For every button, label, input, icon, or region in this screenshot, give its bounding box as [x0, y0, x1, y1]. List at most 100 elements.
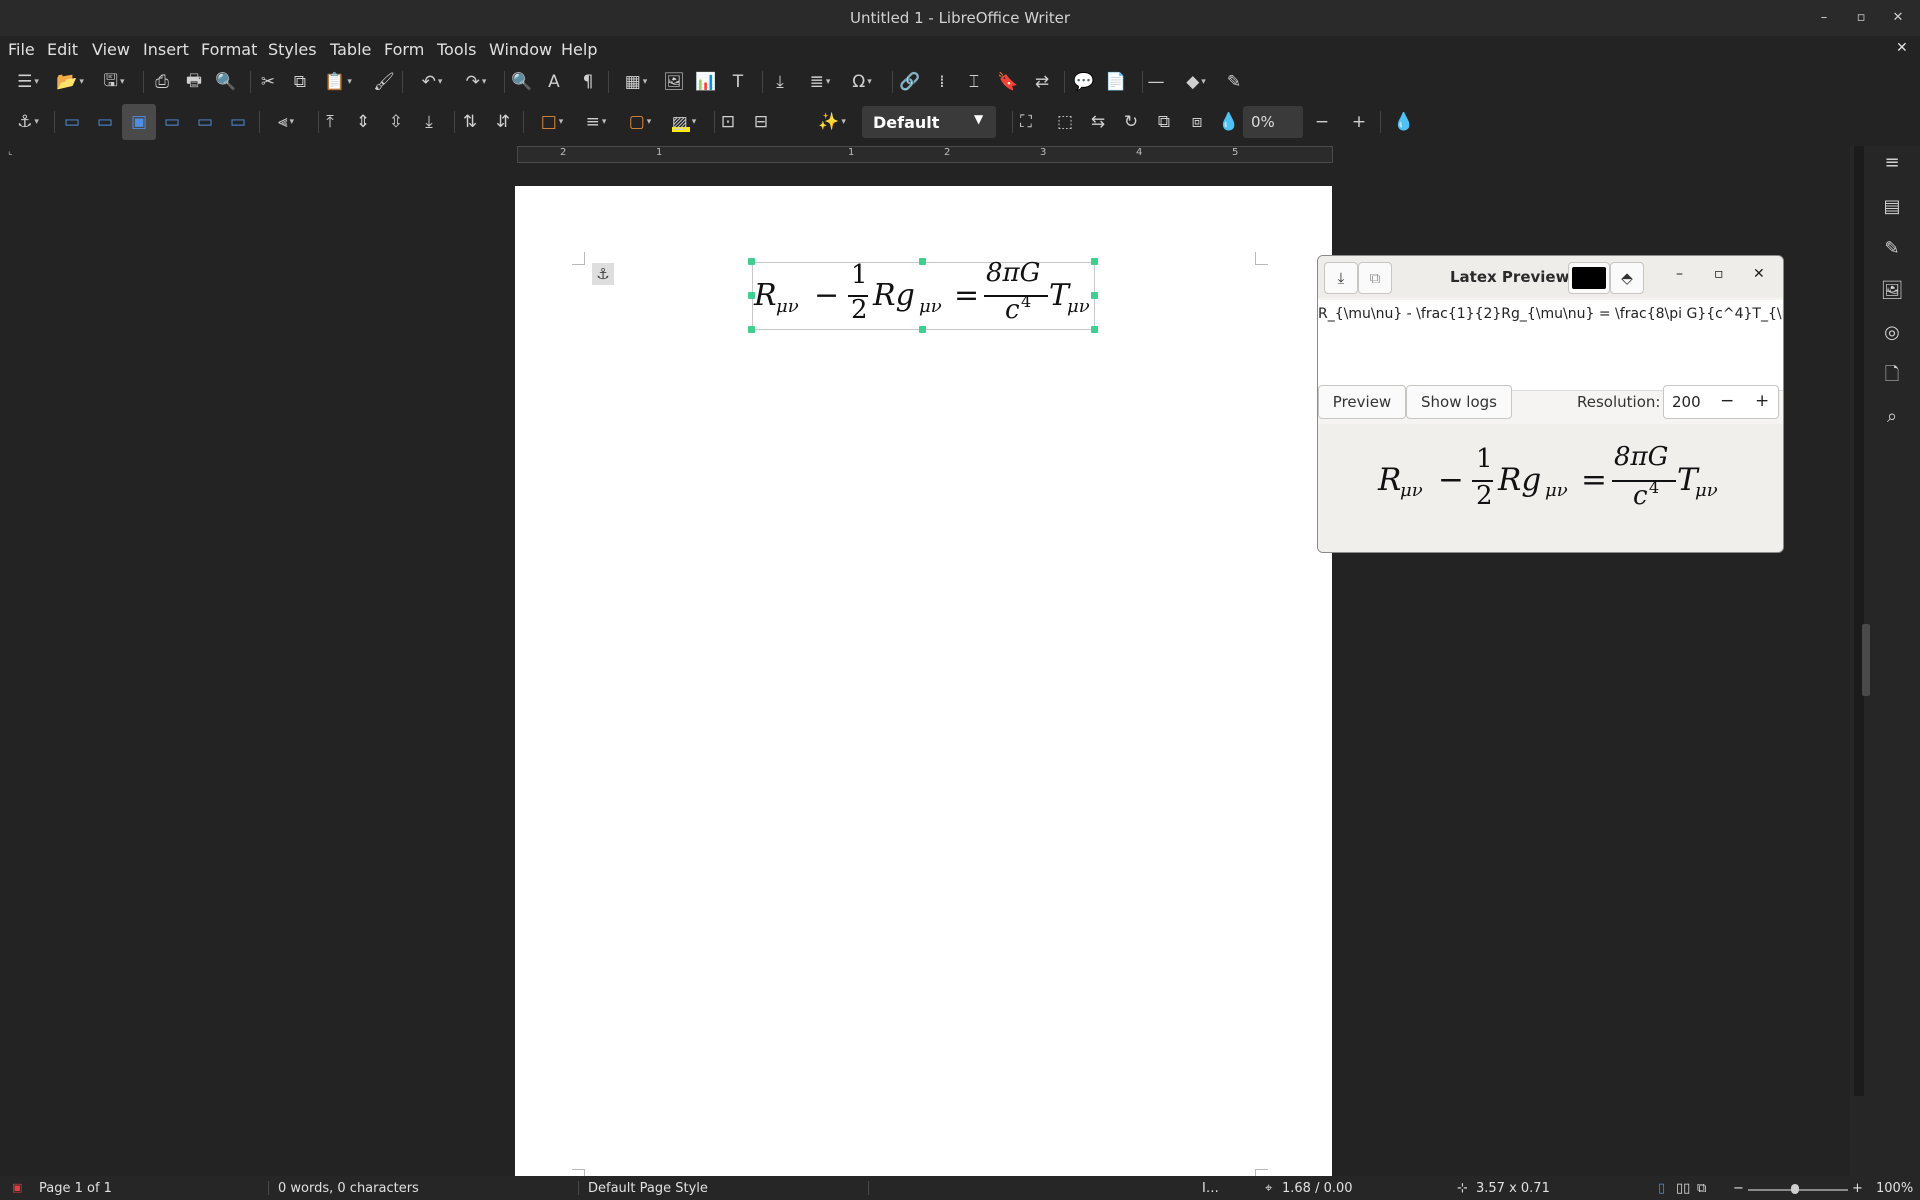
arrange-icon[interactable]: ⧉: [1152, 106, 1176, 138]
menu-format[interactable]: Format: [201, 40, 257, 59]
undo-icon[interactable]: ↶ ▾: [412, 66, 452, 98]
rotate-icon[interactable]: ↻: [1119, 106, 1143, 138]
resize-handle[interactable]: [748, 326, 755, 333]
fontwork-icon[interactable]: ✨ ▾: [812, 106, 852, 138]
horizontal-ruler[interactable]: 2 1 1 2 3 4 5: [517, 146, 1333, 163]
wrap-around-icon[interactable]: ⬚: [1053, 106, 1077, 138]
menu-styles[interactable]: Styles: [268, 40, 317, 59]
optimal-wrap-icon[interactable]: ▣: [122, 104, 156, 140]
flip-icon[interactable]: ⇆: [1086, 106, 1110, 138]
page-style[interactable]: Default Page Style: [588, 1181, 708, 1196]
increase-transparency-button[interactable]: +: [1347, 106, 1371, 138]
endnote-icon[interactable]: ⌶: [962, 66, 986, 98]
image-filter-icon[interactable]: 💧: [1392, 106, 1416, 138]
draw-functions-icon[interactable]: ✎: [1222, 66, 1246, 98]
navigator-icon[interactable]: ◎: [1880, 321, 1904, 345]
book-view-icon[interactable]: ⧉: [1697, 1181, 1706, 1196]
maximize-icon[interactable]: ▫: [1850, 7, 1872, 29]
align-top-icon[interactable]: ⤒: [318, 106, 342, 138]
wrap-right-icon[interactable]: ▭: [193, 106, 217, 138]
resolution-decrease-button[interactable]: −: [1720, 391, 1734, 411]
sidebar-menu-icon[interactable]: ≡: [1880, 151, 1904, 175]
styles-icon[interactable]: ✎: [1880, 237, 1904, 261]
bring-forward-icon[interactable]: ⇅: [458, 106, 482, 138]
transparency-field[interactable]: 0%: [1243, 106, 1303, 138]
menu-table[interactable]: Table: [330, 40, 371, 59]
menu-insert[interactable]: Insert: [143, 40, 189, 59]
page-icon[interactable]: 🗋: [1880, 363, 1904, 387]
link-frames-icon[interactable]: ⊡: [716, 106, 740, 138]
redo-icon[interactable]: ↷ ▾: [456, 66, 496, 98]
cross-reference-icon[interactable]: ⇄: [1030, 66, 1054, 98]
show-logs-button[interactable]: Show logs: [1406, 385, 1512, 419]
zoom-in-button[interactable]: +: [1852, 1181, 1863, 1196]
download-icon[interactable]: ⤓: [1324, 262, 1358, 294]
spelling-icon[interactable]: A: [542, 66, 566, 98]
insert-image-icon[interactable]: 🖼: [662, 66, 686, 98]
align-bottom-icon[interactable]: ⤓: [417, 106, 441, 138]
clone-formatting-icon[interactable]: 🖌: [372, 66, 396, 98]
resolution-spinbox[interactable]: 200 − +: [1663, 385, 1779, 419]
multi-page-view-icon[interactable]: ▯▯: [1676, 1181, 1690, 1196]
menu-edit[interactable]: Edit: [47, 40, 78, 59]
anchor-icon[interactable]: ⚓ ▾: [8, 106, 48, 138]
resolution-increase-button[interactable]: +: [1755, 391, 1769, 411]
bookmark-icon[interactable]: 🔖: [996, 66, 1020, 98]
special-character-icon[interactable]: Ω ▾: [842, 66, 882, 98]
resize-handle[interactable]: [919, 258, 926, 265]
menu-tools[interactable]: Tools: [437, 40, 476, 59]
frame-properties-icon[interactable]: ⛶: [1014, 106, 1038, 138]
unlink-frames-icon[interactable]: ⊟: [749, 106, 773, 138]
resize-handle[interactable]: [1091, 258, 1098, 265]
formatting-marks-icon[interactable]: ¶: [576, 66, 600, 98]
insert-field-icon[interactable]: ≣ ▾: [800, 66, 840, 98]
dialog-minimize-icon[interactable]: –: [1676, 266, 1683, 282]
sidebar-collapse-handle[interactable]: [1862, 624, 1870, 696]
print-preview-icon[interactable]: 🔍: [214, 66, 238, 98]
insert-table-icon[interactable]: ▦ ▾: [616, 66, 656, 98]
equation-image[interactable]: R μν − 1 2 Rg μν = 8πG c 4 T μν: [748, 258, 1098, 333]
insert-mode-icon[interactable]: I…: [1202, 1181, 1219, 1196]
close-document-icon[interactable]: ✕: [1896, 40, 1908, 56]
insert-chart-icon[interactable]: 📊: [694, 66, 718, 98]
copy-icon[interactable]: ⧉: [288, 66, 312, 98]
dialog-maximize-icon[interactable]: ▫: [1714, 266, 1724, 282]
paste-icon[interactable]: 📋 ▾: [320, 66, 356, 98]
resize-handle[interactable]: [919, 326, 926, 333]
document-page[interactable]: ⚓: [515, 186, 1332, 1200]
resize-handle[interactable]: [748, 292, 755, 299]
basic-shapes-icon[interactable]: ◆ ▾: [1176, 66, 1216, 98]
page-count[interactable]: Page 1 of 1: [39, 1181, 112, 1196]
page-break-icon[interactable]: ⤓: [768, 66, 792, 98]
page-wrap-icon[interactable]: ▭: [93, 106, 117, 138]
border-color-icon[interactable]: ▢ ▾: [620, 106, 660, 138]
style-inspector-icon[interactable]: ⌕: [1880, 405, 1904, 429]
zoom-out-button[interactable]: −: [1733, 1181, 1744, 1196]
align-center-icon[interactable]: ⇕: [351, 106, 375, 138]
export-pdf-icon[interactable]: ⎙: [150, 66, 174, 98]
word-count[interactable]: 0 words, 0 characters: [278, 1181, 419, 1196]
color-picker-button[interactable]: [1568, 262, 1610, 294]
background-color-icon[interactable]: ▨ ▾: [664, 106, 704, 138]
resize-handle[interactable]: [1091, 292, 1098, 299]
tab-stop-icon[interactable]: ⌞: [8, 146, 13, 157]
zoom-level[interactable]: 100%: [1876, 1181, 1913, 1196]
wrap-through-icon[interactable]: ▭: [226, 106, 250, 138]
menu-view[interactable]: View: [92, 40, 130, 59]
align-middle-icon[interactable]: ⇳: [384, 106, 408, 138]
menu-file[interactable]: File: [8, 40, 35, 59]
document-modified-icon[interactable]: ▣: [12, 1181, 22, 1194]
latex-input[interactable]: R_{\mu\nu} - \frac{1}{2}Rg_{\mu\nu} = \f…: [1318, 300, 1783, 391]
layers-icon[interactable]: ⬘: [1610, 262, 1644, 294]
borders-icon[interactable]: □ ▾: [532, 106, 572, 138]
properties-icon[interactable]: ▤: [1880, 195, 1904, 219]
send-backward-icon[interactable]: ⇵: [491, 106, 515, 138]
sidebar-deck-icon[interactable]: ☰ ▾: [8, 66, 48, 98]
minimize-icon[interactable]: –: [1813, 7, 1835, 29]
frame-style-select[interactable]: Default ▼: [862, 106, 996, 138]
footnote-icon[interactable]: ⁞: [930, 66, 954, 98]
group-icon[interactable]: ⧈: [1185, 106, 1209, 138]
dialog-close-icon[interactable]: ✕: [1753, 266, 1765, 282]
save-icon[interactable]: 🖫 ▾: [94, 66, 134, 98]
hyperlink-icon[interactable]: 🔗: [898, 66, 922, 98]
